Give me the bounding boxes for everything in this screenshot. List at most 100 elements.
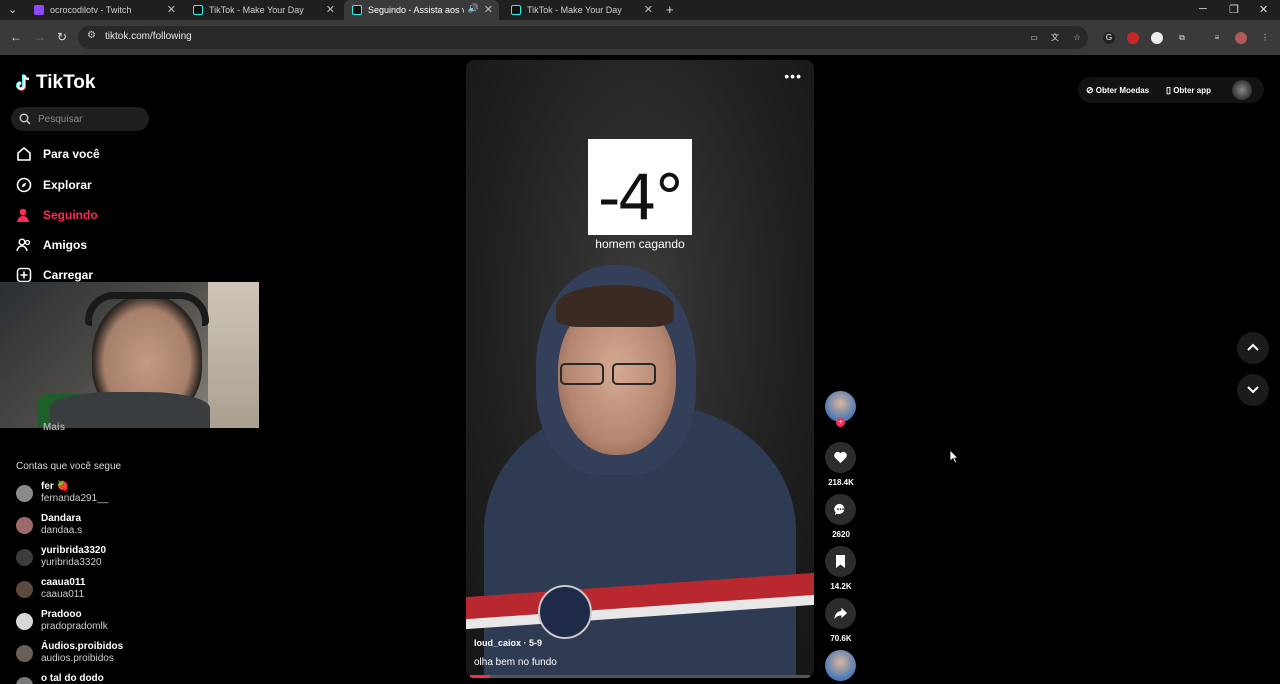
save-count: 14.2K (830, 582, 852, 591)
account-handle: caaua011 (41, 589, 85, 600)
followed-account[interactable]: yuribrida3320 yuribrida3320 (16, 545, 156, 571)
back-icon[interactable]: ← (10, 30, 22, 44)
extensions-puzzle-icon[interactable]: ⧉ (1176, 32, 1188, 44)
friends-icon (16, 238, 31, 252)
forward-icon[interactable]: → (34, 30, 46, 44)
install-icon[interactable]: ▭ (1028, 32, 1040, 44)
avatar (16, 613, 33, 630)
account-name: Áudios.proibidos (41, 641, 124, 652)
close-tab-icon[interactable]: ✕ (484, 3, 493, 16)
omnibox[interactable]: ⚙ tiktok.com/following (78, 26, 1088, 49)
followed-account[interactable]: o tal do dodo (16, 673, 156, 684)
get-coins-link[interactable]: ⊘ Obter Moedas (1086, 85, 1149, 96)
profile-avatar-icon[interactable] (1235, 32, 1247, 44)
nav-carregar[interactable]: Carregar (16, 267, 93, 283)
follow-plus-icon[interactable]: + (836, 418, 845, 427)
nav-label: Explorar (43, 178, 92, 192)
home-icon (17, 146, 31, 161)
tab-tiktok-2[interactable]: TikTok - Make Your Day ✕ (503, 0, 659, 20)
next-video-button[interactable] (1237, 374, 1269, 406)
compass-icon (16, 177, 32, 193)
followed-account[interactable]: caaua011 caaua011 (16, 577, 156, 603)
temperature-card: -4° (588, 139, 692, 235)
account-handle: dandaa.s (41, 525, 83, 536)
nav-seguindo[interactable]: Seguindo (16, 207, 98, 223)
account-name: o tal do dodo (41, 673, 104, 684)
avatar (16, 677, 33, 684)
minimize-icon[interactable]: ─ (1199, 3, 1207, 15)
translate-icon[interactable]: 文 (1049, 32, 1061, 44)
comment-button[interactable] (825, 494, 856, 525)
chevron-up-icon (1247, 343, 1259, 351)
more-options-icon[interactable]: ••• (784, 68, 802, 84)
following-icon (17, 208, 29, 222)
chrome-menu-icon[interactable]: ⋮ (1259, 32, 1271, 44)
video-player[interactable]: ••• -4° homem cagando loud_caiox · 5-9 o… (466, 60, 814, 678)
tab-twitch[interactable]: ocrocodilotv - Twitch ✕ (26, 0, 182, 20)
glasses-right (612, 363, 656, 385)
close-tab-icon[interactable]: ✕ (167, 3, 176, 16)
tab-tiktok-1[interactable]: TikTok - Make Your Day ✕ (185, 0, 341, 20)
tiktok-logo[interactable]: TikTok (16, 72, 95, 94)
tab-seguindo[interactable]: Seguindo - Assista aos víde 🔊 ✕ (344, 0, 499, 20)
share-arrow-icon (834, 607, 848, 620)
speaker-icon[interactable]: 🔊 (468, 3, 479, 14)
temperature-text: -4° (598, 161, 685, 234)
like-button[interactable] (825, 442, 856, 473)
nav-amigos[interactable]: Amigos (16, 237, 87, 253)
nav-para-voce[interactable]: Para você (16, 146, 100, 162)
webcam-overlay (0, 282, 259, 428)
search-placeholder: Pesquisar (38, 114, 83, 125)
nav-explorar[interactable]: Explorar (16, 177, 92, 193)
followed-account[interactable]: Áudios.proibidos audios.proibidos (16, 641, 156, 667)
media-control-icon[interactable]: ≡ (1211, 32, 1223, 44)
psg-crest (538, 585, 592, 639)
tiktok-note-icon (16, 74, 30, 91)
hair (556, 285, 674, 327)
tab-search-icon[interactable]: ⌄ (8, 3, 17, 16)
glasses-left (560, 363, 604, 385)
following-accounts-title: Contas que você segue (16, 461, 122, 472)
chevron-down-icon (1247, 386, 1259, 394)
site-info-icon[interactable]: ⚙ (87, 30, 96, 41)
restore-icon[interactable]: ❐ (1229, 3, 1239, 16)
avatar (16, 517, 33, 534)
video-subject (466, 255, 814, 678)
share-count: 70.6K (830, 634, 852, 643)
nav-mais[interactable]: Mais (43, 422, 65, 433)
close-window-icon[interactable]: ✕ (1259, 3, 1268, 16)
account-handle: fernanda291__ (41, 493, 109, 504)
followed-account[interactable]: Pradooo pradopradomlk (16, 609, 156, 635)
tab-title: Seguindo - Assista aos víde (368, 5, 464, 15)
url-text[interactable]: tiktok.com/following (105, 31, 192, 42)
account-name: yuribrida3320 (41, 545, 107, 556)
user-avatar[interactable] (1232, 80, 1252, 100)
video-progress-bar[interactable] (470, 675, 810, 678)
save-button[interactable] (825, 546, 856, 577)
extension-red-icon[interactable] (1127, 32, 1139, 44)
webcam-shirt (50, 392, 210, 428)
extension-white-icon[interactable] (1151, 32, 1163, 44)
avatar (16, 549, 33, 566)
twitch-favicon-icon (34, 5, 44, 15)
new-tab-button[interactable]: + (666, 2, 674, 17)
close-tab-icon[interactable]: ✕ (644, 3, 653, 16)
top-right-actions: ⊘ Obter Moedas ▯ Obter app (1078, 77, 1264, 103)
bookmark-star-icon[interactable]: ☆ (1071, 32, 1083, 44)
video-author[interactable]: loud_caiox · 5-9 (474, 638, 542, 648)
previous-video-button[interactable] (1237, 332, 1269, 364)
close-tab-icon[interactable]: ✕ (326, 3, 335, 16)
tiktok-favicon-icon (193, 5, 203, 15)
extension-g-icon[interactable]: G (1103, 32, 1115, 44)
search-input[interactable]: Pesquisar (11, 107, 149, 131)
account-handle: yuribrida3320 (41, 557, 102, 568)
followed-account[interactable]: Dandara dandaa.s (16, 513, 156, 539)
share-button[interactable] (825, 598, 856, 629)
tiktok-favicon-icon (352, 5, 362, 15)
tiktok-favicon-icon (511, 5, 521, 15)
sound-disc-avatar[interactable] (825, 650, 856, 681)
avatar (16, 485, 33, 502)
get-app-link[interactable]: ▯ Obter app (1166, 85, 1211, 96)
reload-icon[interactable]: ↻ (57, 30, 67, 44)
followed-account[interactable]: fer 🍓 fernanda291__ (16, 481, 156, 507)
